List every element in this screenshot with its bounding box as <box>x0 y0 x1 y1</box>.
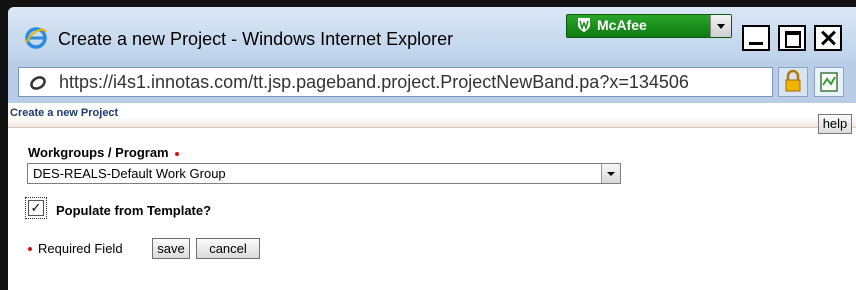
workgroup-label: Workgroups / Program <box>28 145 179 160</box>
maximize-button[interactable] <box>778 25 806 51</box>
required-field-note: Required Field <box>38 241 123 256</box>
browser-window: Create a new Project - Windows Internet … <box>8 7 856 290</box>
page-content: Create a new Project help Workgroups / P… <box>8 103 856 290</box>
compatibility-view-icon <box>820 72 838 92</box>
security-lock-button[interactable] <box>778 67 808 97</box>
mcafee-dropdown-button[interactable] <box>710 15 731 37</box>
url-field[interactable]: https://i4s1.innotas.com/tt.jsp.pageband… <box>18 67 773 97</box>
page-title: Create a new Project <box>10 107 119 119</box>
populate-template-label: Populate from Template? <box>56 203 212 218</box>
page-loading-icon <box>30 76 46 90</box>
mcafee-toolbar-button[interactable]: McAfee <box>566 14 732 38</box>
address-bar: https://i4s1.innotas.com/tt.jsp.pageband… <box>18 67 846 99</box>
mcafee-label: McAfee <box>597 17 647 33</box>
workgroup-select[interactable]: DES-REALS-Default Work Group <box>27 163 621 184</box>
help-button[interactable]: help <box>818 114 852 134</box>
workgroup-select-value: DES-REALS-Default Work Group <box>33 166 226 181</box>
title-bar: Create a new Project - Windows Internet … <box>8 7 856 61</box>
mcafee-shield-icon <box>578 18 590 32</box>
compatibility-view-button[interactable] <box>814 67 844 97</box>
page-header: Create a new Project <box>8 103 856 128</box>
close-button[interactable] <box>814 25 842 51</box>
workgroup-label-text: Workgroups / Program <box>28 145 169 160</box>
required-marker <box>174 151 179 156</box>
window-title: Create a new Project - Windows Internet … <box>58 29 454 49</box>
required-marker <box>28 247 32 251</box>
minimize-button[interactable] <box>742 25 770 51</box>
chevron-down-icon[interactable] <box>601 164 620 183</box>
padlock-icon <box>785 69 801 92</box>
save-button[interactable]: save <box>152 238 190 259</box>
url-text: https://i4s1.innotas.com/tt.jsp.pageband… <box>59 72 689 92</box>
internet-explorer-icon <box>25 27 47 49</box>
cancel-button[interactable]: cancel <box>196 238 260 259</box>
populate-template-checkbox[interactable]: ✓ <box>28 200 44 216</box>
